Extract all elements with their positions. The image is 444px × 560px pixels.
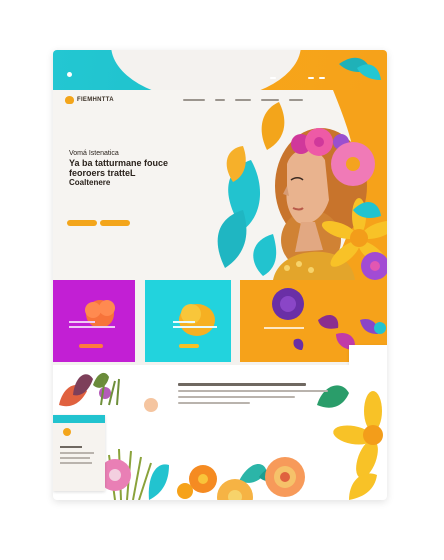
nav-link-1[interactable] — [183, 99, 205, 101]
brand-name: FIEMHNTTA — [77, 97, 114, 103]
feature-card-2[interactable] — [145, 280, 231, 362]
webpage-mockup: FIEMHNTTA Vomá Istenatica Ya ba tatturma… — [53, 50, 387, 500]
top-link-1[interactable] — [270, 77, 276, 79]
content-text-block — [178, 383, 328, 408]
card-1-button[interactable] — [79, 344, 103, 348]
inset-line-3 — [60, 462, 92, 464]
brand-logo[interactable]: FIEMHNTTA — [65, 96, 114, 104]
top-link-3[interactable] — [319, 77, 325, 79]
card-1-text-2 — [69, 326, 115, 328]
hero-portrait-illustration — [217, 90, 387, 280]
inset-card-header — [53, 415, 105, 423]
hero-line-3: feoroers tratteL — [69, 168, 136, 178]
card-3-text — [264, 327, 304, 329]
flower-small-icon — [63, 428, 71, 436]
hero-line-2: Ya ba tatturmane fouce — [69, 158, 169, 168]
content-line-3 — [178, 401, 250, 404]
feature-card-1[interactable] — [53, 280, 135, 362]
menu-dot-icon[interactable] — [67, 72, 72, 77]
inset-card[interactable] — [53, 415, 105, 491]
inset-line-1 — [60, 452, 94, 454]
card-2-text — [173, 321, 195, 323]
secondary-cta-button[interactable] — [100, 220, 130, 226]
flower-logo-icon — [65, 96, 74, 104]
inset-heading-line — [60, 446, 82, 448]
hero-line-1: Vomá Istenatica — [69, 150, 119, 157]
inset-line-2 — [60, 457, 90, 459]
top-controls — [53, 50, 387, 90]
content-heading — [178, 383, 306, 386]
content-line-2 — [178, 395, 295, 398]
hero-headline: Vomá Istenatica Ya ba tatturmane fouce f… — [69, 149, 199, 188]
card-1-text — [69, 321, 95, 323]
content-line-1 — [178, 389, 328, 392]
top-link-2[interactable] — [308, 77, 314, 79]
hero-line-4: Coaltenere — [69, 178, 111, 187]
primary-cta-button[interactable] — [67, 220, 97, 226]
card-2-button[interactable] — [179, 344, 199, 348]
card-2-text-2 — [173, 326, 217, 328]
